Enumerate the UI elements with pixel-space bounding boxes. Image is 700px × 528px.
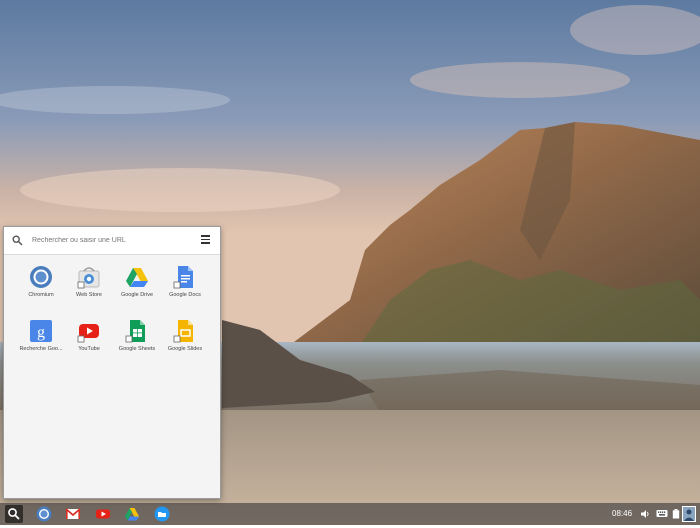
youtube-icon [77, 324, 99, 343]
search-box[interactable] [4, 227, 220, 255]
shelf: 08:46 [0, 503, 700, 525]
app-label: Web Store [76, 292, 102, 298]
google-drive-icon [126, 268, 148, 287]
google-docs-icon [173, 266, 193, 289]
app-label: YouTube [78, 346, 100, 352]
files-icon [154, 506, 170, 522]
app-google-drive[interactable]: Google Drive [112, 265, 162, 313]
search-input[interactable] [32, 233, 192, 248]
shelf-files[interactable] [154, 506, 170, 522]
chromium-icon [36, 506, 52, 522]
menu-icon[interactable] [201, 235, 210, 244]
clock: 08:46 [612, 509, 633, 518]
search-icon [12, 235, 23, 246]
app-web-store[interactable]: Web Store [64, 265, 114, 313]
app-google-search[interactable]: g Recherche Goo... [16, 319, 66, 367]
google-slides-icon [173, 320, 193, 343]
app-google-slides[interactable]: Google Slides [160, 319, 210, 367]
google-search-icon: g [30, 320, 52, 342]
gmail-icon [65, 508, 81, 519]
battery-icon [672, 509, 680, 519]
volume-icon [641, 510, 649, 518]
app-launcher: Chromium Web Store Google Drive Google D… [3, 226, 221, 499]
google-sheets-icon [125, 320, 145, 343]
youtube-icon [96, 509, 110, 519]
app-label: Google Sheets [118, 346, 156, 352]
avatar[interactable] [682, 506, 696, 522]
status-tray[interactable]: 08:46 [612, 506, 696, 522]
user-icon [684, 509, 694, 521]
shelf-google-drive[interactable] [124, 506, 140, 522]
svg-text:g: g [37, 324, 45, 341]
shelf-gmail[interactable] [65, 506, 81, 522]
google-drive-icon [125, 508, 139, 521]
shelf-chromium[interactable] [36, 506, 52, 522]
launcher-button[interactable] [5, 505, 23, 523]
keyboard-icon [656, 510, 668, 517]
app-label: Google Slides [167, 346, 203, 352]
app-label: Chromium [28, 292, 54, 298]
app-google-sheets[interactable]: Google Sheets [112, 319, 162, 367]
app-google-docs[interactable]: Google Docs [160, 265, 210, 313]
app-label: Google Docs [169, 292, 201, 298]
app-chromium[interactable]: Chromium [16, 265, 66, 313]
search-icon [8, 508, 20, 520]
chromium-icon [30, 266, 52, 288]
app-label: Google Drive [120, 292, 154, 298]
shelf-youtube[interactable] [95, 506, 111, 522]
app-youtube[interactable]: YouTube [64, 319, 114, 367]
app-label: Recherche Goo... [19, 346, 63, 352]
web-store-icon [77, 267, 100, 289]
